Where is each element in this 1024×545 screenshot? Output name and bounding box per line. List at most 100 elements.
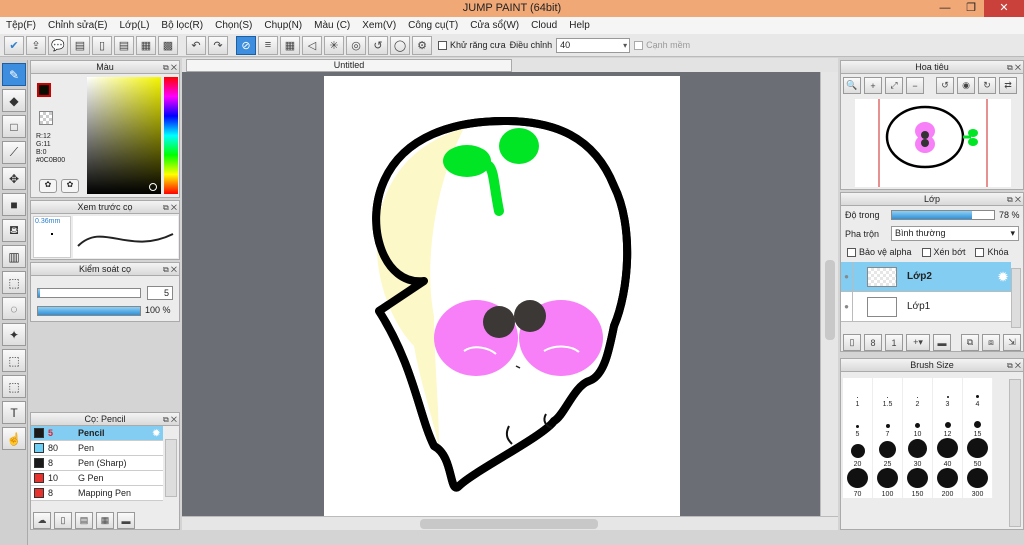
ellipse-snap-icon[interactable]: ◯ <box>390 35 410 55</box>
gradient-tool-icon[interactable]: ▥ <box>2 245 26 268</box>
magic-wand-tool-icon[interactable]: ✦ <box>2 323 26 346</box>
scroll-thumb[interactable] <box>825 260 835 340</box>
menu-window[interactable]: Cửa sổ(W) <box>464 20 525 31</box>
layer-row[interactable]: ● Lớp1 <box>841 291 1011 322</box>
move-tool-icon[interactable]: ✥ <box>2 167 26 190</box>
brush-settings-icon[interactable]: ▦ <box>96 512 114 529</box>
brush-size-cell[interactable]: 150 <box>903 468 933 498</box>
minimize-icon[interactable]: — <box>932 0 958 17</box>
brush-size-cell[interactable]: 2 <box>903 378 933 408</box>
brush-item[interactable]: 8 Mapping Pen <box>31 486 163 501</box>
blend-mode-select[interactable]: Bình thường ▾ <box>891 226 1019 241</box>
curve-snap-icon[interactable]: ↺ <box>368 35 388 55</box>
brush-item[interactable]: 8 Pen (Sharp) <box>31 456 163 471</box>
brush-opacity-slider[interactable] <box>37 306 141 316</box>
gear-icon[interactable]: ✹ <box>152 428 160 439</box>
checkbox-icon[interactable] <box>975 247 985 257</box>
canvas-vertical-scrollbar[interactable] <box>820 72 838 516</box>
select-pen-tool-icon[interactable]: ⬚ <box>2 349 26 372</box>
layer-row[interactable]: ● Lớp2 ✹ <box>841 261 1011 292</box>
select-eraser-tool-icon[interactable]: ⬚ <box>2 375 26 398</box>
brush-item[interactable]: 80 Pen <box>31 441 163 456</box>
copy-brush-icon[interactable]: ▤ <box>75 512 93 529</box>
layer-more-icon[interactable]: ⇲ <box>1003 334 1021 351</box>
canvas-horizontal-scrollbar[interactable] <box>182 516 838 530</box>
shape-tool-icon[interactable]: □ <box>2 115 26 138</box>
cloud-check-icon[interactable]: ✔ <box>4 35 24 55</box>
select-rect-tool-icon[interactable]: ⬚ <box>2 271 26 294</box>
layer-list-scrollbar[interactable] <box>1011 268 1021 328</box>
menu-filter[interactable]: Bộ lọc(R) <box>155 20 209 31</box>
brush-size-cell[interactable]: 3 <box>933 378 963 408</box>
panel-controls-icon[interactable]: ⧉ ✕ <box>163 62 177 74</box>
comment-icon[interactable]: 💬 <box>48 35 68 55</box>
panel-controls-icon[interactable]: ⧉ ✕ <box>163 202 177 214</box>
brush-size-input[interactable]: 5 <box>147 286 173 300</box>
new-layer-icon[interactable]: ▯ <box>843 334 861 351</box>
brush-list-scrollbar[interactable] <box>165 439 177 497</box>
radial-snap-icon[interactable]: ✳ <box>324 35 344 55</box>
grid-snap-icon[interactable]: ▦ <box>280 35 300 55</box>
brush-size-cell[interactable]: 200 <box>933 468 963 498</box>
menu-color[interactable]: Màu (C) <box>308 20 356 31</box>
scroll-thumb[interactable] <box>420 519 598 529</box>
brush-size-cell[interactable]: 7 <box>873 408 903 438</box>
brush-item[interactable]: 10 G Pen <box>31 471 163 486</box>
checkbox-icon[interactable] <box>921 247 931 257</box>
brush-size-cell[interactable]: 25 <box>873 438 903 468</box>
zoom-out-icon[interactable]: − <box>906 77 924 94</box>
restore-icon[interactable]: ❐ <box>958 0 984 17</box>
menu-cloud[interactable]: Cloud <box>525 20 563 31</box>
soft-edge-checkbox[interactable]: Cạnh mềm <box>634 40 690 50</box>
brush-size-slider[interactable] <box>37 288 141 298</box>
document-icon[interactable]: ▤ <box>114 35 134 55</box>
brush-size-cell[interactable]: 300 <box>963 468 993 498</box>
menu-file[interactable]: Tệp(F) <box>0 20 42 31</box>
antialias-checkbox[interactable]: Khử răng cưa <box>438 40 506 50</box>
brush-folder-icon[interactable]: ▬ <box>117 512 135 529</box>
palette-edit-icon[interactable]: ✿ <box>61 179 79 193</box>
adjust-input[interactable]: 40 <box>556 37 631 53</box>
eraser-tool-icon[interactable]: ◆ <box>2 89 26 112</box>
new-1bit-layer-icon[interactable]: 1 <box>885 334 903 351</box>
checkbox-icon[interactable] <box>634 40 644 50</box>
transparent-color-swatch[interactable] <box>39 111 53 125</box>
brush-size-cell[interactable]: 5 <box>843 408 873 438</box>
add-layer-menu-icon[interactable]: +▾ <box>906 334 930 351</box>
visibility-icon[interactable]: ● <box>841 261 853 292</box>
brush-size-cell[interactable]: 12 <box>933 408 963 438</box>
hue-slider[interactable] <box>164 77 178 194</box>
parallel-snap-icon[interactable]: ≡ <box>258 35 278 55</box>
panel-controls-icon[interactable]: ⧉ ✕ <box>1007 360 1021 372</box>
menu-help[interactable]: Help <box>563 20 596 31</box>
merge-layer-icon[interactable]: ⧈ <box>982 334 1000 351</box>
grid-layout-icon[interactable]: ▩ <box>158 35 178 55</box>
brush-size-cell[interactable]: 100 <box>873 468 903 498</box>
duplicate-layer-icon[interactable]: ⧉ <box>961 334 979 351</box>
rotate-right-icon[interactable]: ↻ <box>978 77 996 94</box>
clip-checkbox[interactable]: Xén bớt <box>921 247 965 257</box>
fit-icon[interactable]: ⤢ <box>885 77 903 94</box>
new-8bit-layer-icon[interactable]: 8 <box>864 334 882 351</box>
brush-size-cell[interactable]: 1.5 <box>873 378 903 408</box>
zoom-in-icon[interactable]: + <box>864 77 882 94</box>
visibility-icon[interactable]: ● <box>841 291 853 322</box>
lock-checkbox[interactable]: Khóa <box>975 247 1009 257</box>
lasso-tool-icon[interactable]: ◌ <box>2 297 26 320</box>
operation-tool-icon[interactable]: ☝ <box>2 427 26 450</box>
menu-tools[interactable]: Công cụ(T) <box>402 20 464 31</box>
brush-size-cell[interactable]: 20 <box>843 438 873 468</box>
text-tool-icon[interactable]: T <box>2 401 26 424</box>
brush-size-cell[interactable]: 4 <box>963 378 993 408</box>
rotate-left-icon[interactable]: ↺ <box>936 77 954 94</box>
menu-layer[interactable]: Lớp(L) <box>114 20 156 31</box>
gear-icon[interactable]: ✹ <box>998 270 1008 284</box>
palette-icon[interactable]: ✿ <box>39 179 57 193</box>
protect-alpha-checkbox[interactable]: Bảo vệ alpha <box>847 247 912 257</box>
line-tool-icon[interactable]: ⟋ <box>2 141 26 164</box>
undo-icon[interactable]: ↶ <box>186 35 206 55</box>
color-picker-square[interactable] <box>87 77 161 194</box>
no-snap-icon[interactable]: ⊘ <box>236 35 256 55</box>
panel-controls-icon[interactable]: ⧉ ✕ <box>1007 62 1021 74</box>
brush-size-cell[interactable]: 1 <box>843 378 873 408</box>
